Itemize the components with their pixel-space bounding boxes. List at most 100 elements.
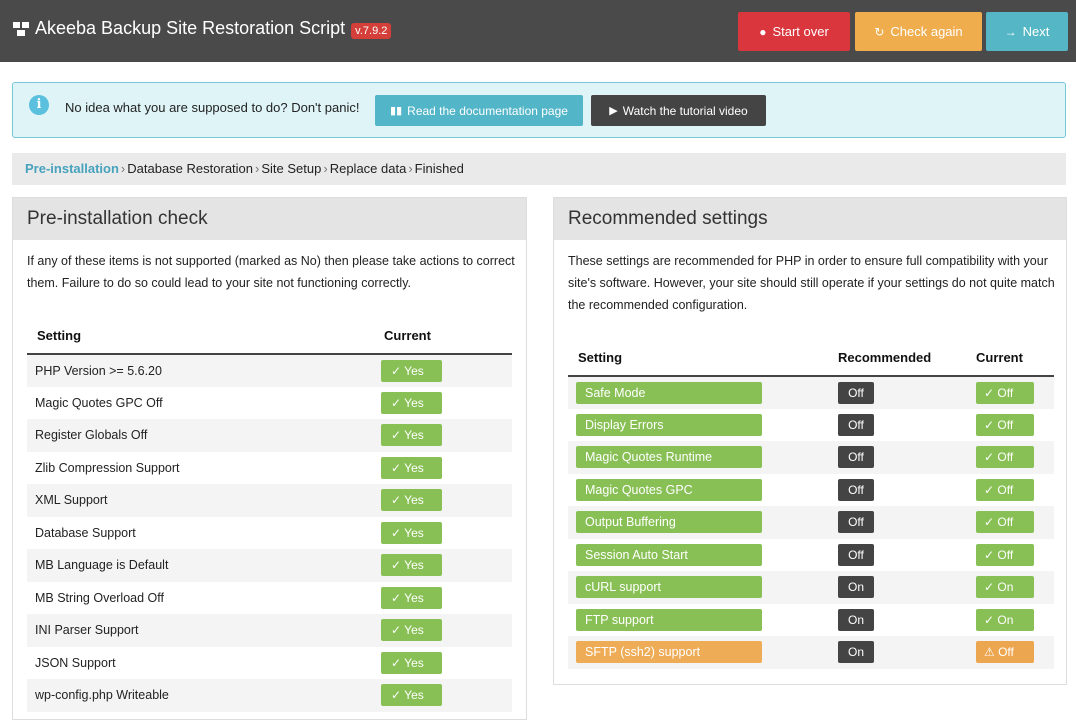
- status-label: On: [997, 612, 1014, 627]
- setting-name: Magic Quotes Runtime: [576, 446, 762, 469]
- status-label: Off: [997, 515, 1014, 530]
- status-label: Yes: [404, 655, 424, 670]
- recommended-value: On: [838, 641, 874, 664]
- setting-name: Database Support: [35, 525, 136, 540]
- status-label: Off: [997, 417, 1014, 432]
- status-badge: ✓ Yes: [381, 619, 442, 642]
- current-cell: ✓ Yes: [380, 419, 512, 452]
- status-label: On: [997, 580, 1014, 595]
- recommended-value: Off: [838, 446, 874, 469]
- current-cell: ⚠ Off: [975, 636, 1054, 669]
- column-header-current: Current: [976, 350, 1023, 365]
- current-cell: ✓ On: [975, 604, 1054, 637]
- setting-cell: cURL support: [568, 571, 837, 604]
- check-again-button[interactable]: ↻ Check again: [855, 12, 982, 51]
- check-icon: ✓: [391, 460, 405, 475]
- preinstall-title: Pre-installation check: [13, 198, 526, 240]
- table-row: MB String Overload Off ✓ Yes: [27, 582, 512, 615]
- status-badge: ✓ Yes: [381, 424, 442, 447]
- status-label: Yes: [404, 428, 424, 443]
- status-badge: ✓ Off: [976, 446, 1034, 469]
- check-icon: ✓: [391, 623, 405, 638]
- version-badge: v.7.9.2: [351, 22, 392, 39]
- status-label: Off: [997, 547, 1014, 562]
- table-row: Session Auto Start Off ✓ Off: [568, 539, 1054, 572]
- breadcrumb-step-replace-data[interactable]: Replace data: [330, 161, 407, 176]
- setting-cell: Output Buffering: [568, 506, 837, 539]
- status-label: Yes: [404, 688, 424, 703]
- arrow-right-icon: →: [1004, 24, 1017, 39]
- current-cell: ✓ Yes: [380, 354, 512, 387]
- setting-name: SFTP (ssh2) support: [576, 641, 762, 664]
- setting-name: Magic Quotes GPC: [576, 478, 762, 501]
- setting-name: wp-config.php Writeable: [35, 688, 169, 703]
- current-cell: ✓ Yes: [380, 679, 512, 712]
- setting-name: Safe Mode: [576, 381, 762, 404]
- table-row: Safe Mode Off ✓ Off: [568, 376, 1054, 409]
- column-header-recommended: Recommended: [838, 350, 932, 365]
- current-cell: ✓ Yes: [380, 452, 512, 485]
- status-badge: ✓ On: [976, 576, 1034, 599]
- check-icon: ✓: [391, 688, 405, 703]
- setting-name: Magic Quotes GPC Off: [35, 395, 163, 410]
- next-button[interactable]: → Next: [986, 12, 1068, 51]
- table-row: PHP Version >= 5.6.20 ✓ Yes: [27, 354, 512, 387]
- recommended-value: Off: [838, 413, 874, 436]
- recommended-cell: On: [837, 636, 975, 669]
- status-label: Off: [997, 450, 1014, 465]
- table-row: Magic Quotes GPC Off ✓ Yes: [27, 387, 512, 420]
- recommended-value: Off: [838, 381, 874, 404]
- chevron-right-icon: ›: [255, 161, 260, 176]
- check-icon: ✓: [391, 493, 405, 508]
- setting-cell: SFTP (ssh2) support: [568, 636, 837, 669]
- chevron-right-icon: ›: [408, 161, 413, 176]
- current-cell: ✓ Yes: [380, 517, 512, 550]
- breadcrumb-step-finished[interactable]: Finished: [415, 161, 464, 176]
- recommended-cell: Off: [837, 506, 975, 539]
- setting-name: Output Buffering: [576, 511, 762, 534]
- start-over-button[interactable]: ● Start over: [738, 12, 850, 51]
- chevron-right-icon: ›: [120, 161, 126, 176]
- current-cell: ✓ Off: [975, 409, 1054, 442]
- status-badge: ✓ Off: [976, 511, 1034, 534]
- recommended-cell: Off: [837, 376, 975, 409]
- status-badge: ✓ Off: [976, 413, 1034, 436]
- status-label: Off: [997, 482, 1014, 497]
- status-label: Yes: [404, 590, 424, 605]
- table-row: Register Globals Off ✓ Yes: [27, 419, 512, 452]
- recommended-cell: Off: [837, 474, 975, 507]
- status-label: Yes: [404, 558, 424, 573]
- tutorial-video-button[interactable]: ▶ Watch the tutorial video: [591, 95, 766, 126]
- status-badge: ✓ Yes: [381, 586, 442, 609]
- table-row: INI Parser Support ✓ Yes: [27, 614, 512, 647]
- check-icon: ✓: [391, 363, 405, 378]
- breadcrumb-step-database[interactable]: Database Restoration: [127, 161, 253, 176]
- check-icon: ✓: [391, 395, 405, 410]
- status-label: Yes: [404, 493, 424, 508]
- table-row: Magic Quotes GPC Off ✓ Off: [568, 474, 1054, 507]
- setting-name: JSON Support: [35, 655, 116, 670]
- setting-name: MB String Overload Off: [35, 590, 164, 605]
- setting-name: PHP Version >= 5.6.20: [35, 363, 162, 378]
- recommended-value: Off: [838, 543, 874, 566]
- check-icon: ✓: [391, 558, 405, 573]
- preinstall-description: If any of these items is not supported (…: [27, 254, 515, 290]
- app-brand: Akeeba Backup Site Restoration Script v.…: [12, 18, 392, 39]
- documentation-button[interactable]: ▮▮ Read the documentation page: [375, 95, 583, 126]
- recommended-value: On: [838, 576, 874, 599]
- preinstall-panel: Pre-installation check If any of these i…: [12, 197, 527, 720]
- status-label: Yes: [404, 363, 424, 378]
- top-bar: Akeeba Backup Site Restoration Script v.…: [0, 0, 1076, 62]
- status-badge: ✓ Yes: [381, 391, 442, 414]
- chevron-right-icon: ›: [323, 161, 328, 176]
- check-icon: ✓: [391, 428, 405, 443]
- status-badge: ✓ Yes: [381, 554, 442, 577]
- setting-cell: Session Auto Start: [568, 539, 837, 572]
- setting-cell: Magic Quotes Runtime: [568, 441, 837, 474]
- current-cell: ✓ Yes: [380, 484, 512, 517]
- tutorial-video-label: Watch the tutorial video: [622, 103, 748, 118]
- breadcrumb-step-site-setup[interactable]: Site Setup: [261, 161, 321, 176]
- boxes-icon: [13, 21, 29, 36]
- status-badge: ✓ On: [976, 608, 1034, 631]
- breadcrumb-step-preinstallation[interactable]: Pre-installation: [25, 161, 119, 176]
